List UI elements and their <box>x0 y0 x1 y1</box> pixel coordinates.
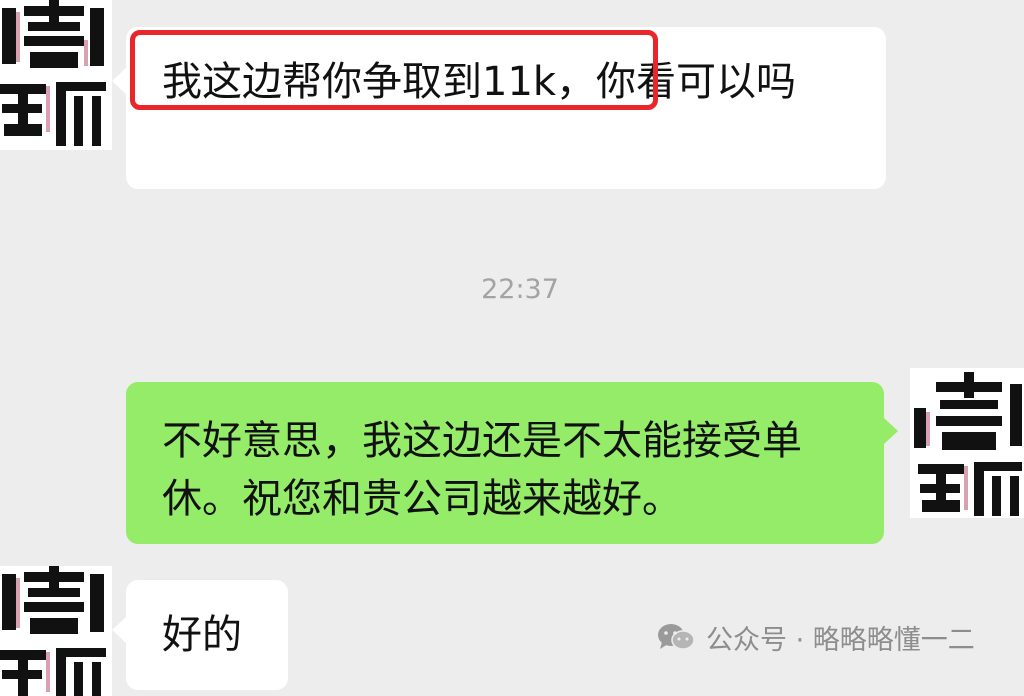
watermark-text: 公众号 · 略略略懂一二 <box>706 624 975 656</box>
message-bubble-outgoing[interactable]: 不好意思，我这边还是不太能接受单休。祝您和贵公司越来越好。 <box>126 382 884 544</box>
contact-avatar[interactable] <box>0 0 112 150</box>
red-highlight-box <box>130 30 658 110</box>
message-bubble-incoming[interactable]: 好的 <box>126 580 288 690</box>
xi-tang-logo-icon <box>0 0 112 150</box>
bubble-tail <box>112 617 126 643</box>
contact-avatar[interactable] <box>0 566 112 696</box>
bubble-tail <box>112 68 126 94</box>
wechat-icon <box>658 624 695 650</box>
bubble-tail <box>884 418 898 444</box>
xi-tang-logo-icon <box>0 566 112 696</box>
self-avatar[interactable] <box>910 368 1024 518</box>
chat-timestamp: 22:37 <box>481 274 559 305</box>
message-text: 不好意思，我这边还是不太能接受单休。祝您和贵公司越来越好。 <box>162 418 802 522</box>
watermark: 公众号 · 略略略懂一二 <box>656 617 975 657</box>
message-text: 好的 <box>162 612 242 658</box>
xi-tang-logo-icon <box>910 368 1024 518</box>
